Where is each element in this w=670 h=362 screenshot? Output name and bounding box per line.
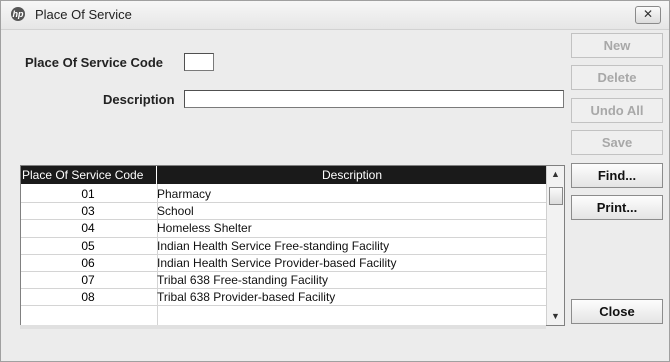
- table-row[interactable]: 08 Tribal 638 Provider-based Facility: [21, 289, 547, 307]
- cell-code: 04: [81, 221, 95, 236]
- cell-code: 07: [81, 272, 95, 287]
- cell-description: School: [157, 204, 194, 219]
- grid-header: Place Of Service Code Description: [21, 166, 547, 184]
- table-row[interactable]: 06 Indian Health Service Provider-based F…: [21, 255, 547, 272]
- code-label: Place Of Service Code: [25, 55, 164, 70]
- cell-code: 03: [81, 204, 95, 219]
- save-button[interactable]: Save: [571, 130, 663, 155]
- table-row[interactable]: 07 Tribal 638 Free-standing Facility: [21, 272, 547, 290]
- title-bar: hp Place Of Service ✕: [1, 1, 669, 30]
- delete-button[interactable]: Delete: [571, 65, 663, 90]
- cell-code: 08: [81, 290, 95, 305]
- cell-description: Tribal 638 Provider-based Facility: [157, 290, 336, 305]
- vertical-scrollbar[interactable]: ▲ ▼: [546, 166, 564, 325]
- scroll-up-arrow-icon[interactable]: ▲: [547, 166, 564, 183]
- column-header-description[interactable]: Description: [157, 166, 547, 184]
- window-title: Place Of Service: [35, 7, 132, 22]
- new-button[interactable]: New: [571, 33, 663, 58]
- find-button[interactable]: Find...: [571, 163, 663, 188]
- place-of-service-code-input[interactable]: [184, 53, 214, 71]
- close-button[interactable]: Close: [571, 299, 663, 324]
- cell-code: 06: [81, 255, 95, 270]
- column-header-code[interactable]: Place Of Service Code: [21, 166, 157, 184]
- scroll-thumb[interactable]: [549, 187, 563, 205]
- table-row[interactable]: 04 Homeless Shelter: [21, 220, 547, 238]
- close-icon[interactable]: ✕: [635, 6, 661, 24]
- print-button[interactable]: Print...: [571, 195, 663, 220]
- cell-code: 05: [81, 238, 95, 253]
- cell-description: Pharmacy: [157, 187, 212, 201]
- table-row[interactable]: 01 Pharmacy: [21, 186, 547, 204]
- description-input[interactable]: [184, 90, 564, 108]
- cell-description: Indian Health Service Provider-based Fac…: [157, 255, 397, 270]
- place-of-service-window: hp Place Of Service ✕ Place Of Service C…: [0, 0, 670, 362]
- cell-description: Tribal 638 Free-standing Facility: [157, 272, 328, 287]
- cell-code: 01: [81, 187, 95, 201]
- table-row[interactable]: 03 School: [21, 203, 547, 221]
- grid-rows: 01 Pharmacy 03 School 04 Homeless Shelter 0…: [21, 186, 547, 307]
- table-row[interactable]: 05 Indian Health Service Free-standing Fa…: [21, 238, 547, 255]
- place-of-service-grid[interactable]: Place Of Service Code Description 01 Phar…: [20, 165, 565, 326]
- cell-description: Indian Health Service Free-standing Faci…: [157, 238, 390, 253]
- scroll-down-arrow-icon[interactable]: ▼: [547, 308, 564, 325]
- cell-description: Homeless Shelter: [157, 221, 252, 236]
- undo-all-button[interactable]: Undo All: [571, 98, 663, 123]
- horizontal-scrollbar[interactable]: [20, 325, 546, 329]
- hp-logo-icon: hp: [11, 7, 25, 21]
- description-label: Description: [103, 92, 175, 107]
